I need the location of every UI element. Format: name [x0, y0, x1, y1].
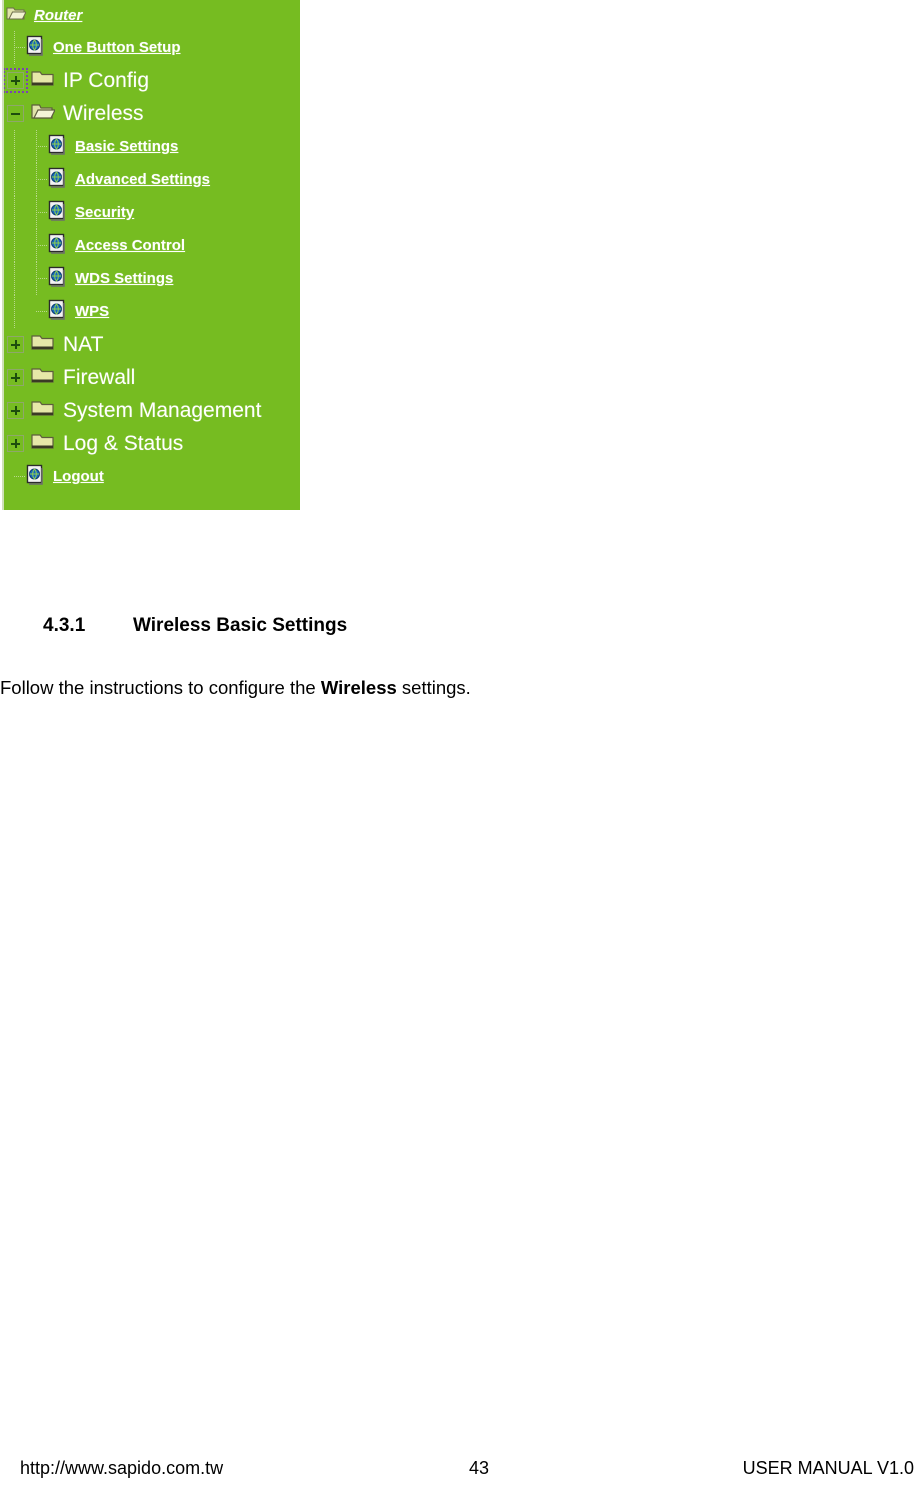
tree-item-label: NAT [63, 332, 104, 356]
page-globe-icon [48, 299, 67, 325]
page-globe-icon [48, 233, 67, 259]
tree-guide [4, 196, 26, 229]
closed-folder-icon [31, 432, 55, 455]
tree-guide [4, 295, 26, 328]
tree-item-label: Security [75, 204, 135, 221]
tree-item-label: One Button Setup [53, 39, 181, 56]
collapse-minus-icon[interactable] [7, 105, 24, 122]
paragraph-text-before: Follow the instructions to configure the [0, 677, 321, 698]
tree-item-wireless[interactable]: Wireless [4, 97, 300, 130]
page-globe-icon [26, 464, 45, 490]
page-globe-icon [26, 35, 45, 61]
open-folder-icon [31, 102, 56, 125]
tree-guide [4, 163, 26, 196]
tree-item-label: Wireless [63, 101, 144, 125]
closed-folder-icon [31, 366, 55, 389]
closed-folder-icon [31, 69, 55, 92]
tree-item-nat[interactable]: NAT [4, 328, 300, 361]
footer-manual-version: USER MANUAL V1.0 [742, 1458, 914, 1478]
tree-item-label: IP Config [63, 68, 149, 92]
tree-item-access-control[interactable]: Access Control [4, 229, 300, 262]
tree-root-label: Router [34, 7, 83, 24]
tree-guide [4, 130, 26, 163]
tree-item-label: WPS [75, 303, 110, 320]
tree-item-label: Log & Status [63, 431, 184, 455]
section-number: 4.3.1 [43, 615, 86, 636]
tree-guide [26, 229, 48, 262]
tree-guide [4, 262, 26, 295]
tree-guide [26, 196, 48, 229]
expand-plus-icon[interactable] [7, 402, 24, 419]
tree-guide [4, 460, 26, 493]
tree-item-basic-settings[interactable]: Basic Settings [4, 130, 300, 163]
closed-folder-icon [31, 333, 55, 356]
paragraph-text-after: settings. [396, 677, 471, 698]
tree-guide [4, 31, 26, 64]
expand-plus-icon[interactable] [4, 68, 28, 93]
router-nav-screenshot: Router One Button Setup IP Config Wirele… [2, 0, 300, 510]
paragraph-emphasis: Wireless [320, 677, 397, 698]
tree-item-security[interactable]: Security [4, 196, 300, 229]
tree-guide [26, 295, 48, 328]
tree-guide [26, 130, 48, 163]
section-heading: 4.3.1 Wireless Basic Settings [0, 615, 918, 637]
tree-item-label: Firewall [63, 365, 136, 389]
tree-item-system-management[interactable]: System Management [4, 394, 300, 427]
tree-item-wps[interactable]: WPS [4, 295, 300, 328]
tree-item-advanced-settings[interactable]: Advanced Settings [4, 163, 300, 196]
open-folder-icon [6, 5, 27, 26]
tree-item-logout[interactable]: Logout [4, 460, 300, 493]
tree-item-firewall[interactable]: Firewall [4, 361, 300, 394]
tree-item-label: Basic Settings [75, 138, 179, 155]
page-globe-icon [48, 266, 67, 292]
page-footer: http://www.sapido.com.tw 43 USER MANUAL … [0, 1458, 918, 1488]
tree-item-label: WDS Settings [75, 270, 174, 287]
tree-guide [26, 163, 48, 196]
tree-item-label: Logout [53, 468, 104, 485]
tree-guide [4, 229, 26, 262]
page-globe-icon [48, 167, 67, 193]
closed-folder-icon [31, 399, 55, 422]
expand-plus-icon[interactable] [7, 435, 24, 452]
page-title: Wireless Basic Settings [133, 615, 348, 636]
tree-guide [26, 262, 48, 295]
page-globe-icon [48, 134, 67, 160]
intro-paragraph: Follow the instructions to configure the… [0, 675, 900, 701]
tree-item-label: Access Control [75, 237, 186, 254]
tree-item-ip-config[interactable]: IP Config [4, 64, 300, 97]
tree-item-wds-settings[interactable]: WDS Settings [4, 262, 300, 295]
tree-item-one-button-setup[interactable]: One Button Setup [4, 31, 300, 64]
page-globe-icon [48, 200, 67, 226]
tree-item-log-and-status[interactable]: Log & Status [4, 427, 300, 460]
expand-plus-icon[interactable] [7, 369, 24, 386]
tree-item-label: System Management [63, 398, 262, 422]
tree-row-root[interactable]: Router [4, 0, 300, 31]
tree-item-label: Advanced Settings [75, 171, 211, 188]
expand-plus-icon[interactable] [7, 336, 24, 353]
